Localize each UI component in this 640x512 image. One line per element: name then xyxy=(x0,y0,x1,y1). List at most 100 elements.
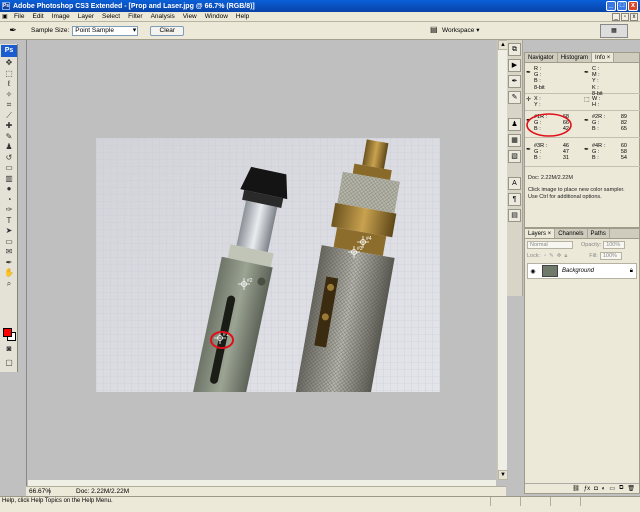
eraser-tool-icon[interactable]: ▭ xyxy=(1,163,17,174)
blend-mode-select[interactable]: Normal xyxy=(527,241,573,249)
sampler-3-icon[interactable]: ✒ xyxy=(526,147,531,153)
actions-panel-icon[interactable]: ▶ xyxy=(508,59,521,72)
layer-comps-icon[interactable]: ▤ xyxy=(508,209,521,222)
lasso-tool-icon[interactable]: ℓ xyxy=(1,79,17,90)
pen-tool-icon[interactable]: ✑ xyxy=(1,205,17,216)
healing-brush-tool-icon[interactable]: ✚ xyxy=(1,121,17,132)
menu-analysis[interactable]: Analysis xyxy=(147,13,179,20)
maximize-button[interactable]: □ xyxy=(617,1,627,11)
layer-row-background[interactable]: ◉ Background 🔒︎ xyxy=(527,263,637,279)
styles-panel-icon[interactable]: ▧ xyxy=(508,150,521,163)
menu-filter[interactable]: Filter xyxy=(124,13,146,20)
vertical-scrollbar[interactable]: ▲ ▼ xyxy=(497,40,508,480)
character-panel-icon[interactable]: A xyxy=(508,177,521,190)
tab-channels[interactable]: Channels xyxy=(555,229,588,238)
clone-source-icon[interactable]: ♟ xyxy=(508,118,521,131)
rgb-eyedropper-icon[interactable]: ✒ xyxy=(526,70,531,76)
new-group-icon[interactable]: ▭ xyxy=(609,485,615,492)
menu-file[interactable]: File xyxy=(10,13,28,20)
lock-position-icon[interactable]: ✥ xyxy=(557,253,562,259)
hand-tool-icon[interactable]: ✋ xyxy=(1,268,17,279)
zoom-tool-icon[interactable]: ⌕ xyxy=(1,279,17,290)
layer-mask-icon[interactable]: ◘ xyxy=(594,486,598,492)
type-tool-icon[interactable]: T xyxy=(1,216,17,227)
path-selection-tool-icon[interactable]: ➤ xyxy=(1,226,17,237)
tool-presets-icon[interactable]: ✒ xyxy=(508,75,521,88)
status-segment xyxy=(550,497,580,506)
layer-thumbnail xyxy=(542,265,558,277)
crop-tool-icon[interactable]: ⌗ xyxy=(1,100,17,111)
canvas-area[interactable]: #1 #2 #3 #4 xyxy=(28,40,496,480)
menu-image[interactable]: Image xyxy=(48,13,74,20)
ps-menu-icon[interactable]: ▣ xyxy=(0,13,10,20)
minimize-button[interactable]: _ xyxy=(606,1,616,11)
clone-stamp-tool-icon[interactable]: ♟ xyxy=(1,142,17,153)
lock-transparent-icon[interactable]: ▫ xyxy=(544,253,546,259)
lock-all-icon[interactable]: 🔒︎ xyxy=(564,253,567,260)
brushes-panel-icon[interactable]: ✎ xyxy=(508,91,521,104)
toolbox-logo[interactable]: Ps xyxy=(1,45,17,57)
cmyk-eyedropper-icon[interactable]: ✒ xyxy=(584,70,589,76)
swatches-panel-icon[interactable]: ▦ xyxy=(508,134,521,147)
sample-size-select[interactable]: Point Sample xyxy=(72,25,139,36)
brush-tool-icon[interactable]: ✎ xyxy=(1,132,17,143)
eyedropper-tool-icon[interactable]: ✒ xyxy=(1,258,17,269)
menu-view[interactable]: View xyxy=(179,13,201,20)
layer-name[interactable]: Background xyxy=(562,268,594,274)
info-samplers-1-2: ✒ #1R : G : B : 68 66 42 ✒ #2R : G : B :… xyxy=(525,112,640,138)
menu-edit[interactable]: Edit xyxy=(28,13,47,20)
shape-tool-icon[interactable]: ▭ xyxy=(1,237,17,248)
close-button[interactable]: x xyxy=(628,1,638,11)
sampler-marker-3[interactable]: #3 xyxy=(357,246,363,252)
layer-style-icon[interactable]: ƒx xyxy=(584,486,590,492)
workspace-menu[interactable]: Workspace ▾ xyxy=(442,26,496,36)
sampler-4-icon[interactable]: ✒ xyxy=(584,147,589,153)
tab-info[interactable]: Info × xyxy=(592,53,615,62)
adjustment-layer-icon[interactable]: ◐ xyxy=(602,486,606,492)
history-panel-icon[interactable]: ⧉ xyxy=(508,43,521,56)
doc-minimize-icon[interactable]: _ xyxy=(612,13,620,21)
magic-wand-tool-icon[interactable]: ✧ xyxy=(1,90,17,101)
paragraph-panel-icon[interactable]: ¶ xyxy=(508,193,521,206)
history-brush-tool-icon[interactable]: ↺ xyxy=(1,153,17,164)
menu-window[interactable]: Window xyxy=(201,13,232,20)
quick-mask-icon[interactable]: ◙ xyxy=(1,344,17,355)
zoom-level[interactable]: 66.67% xyxy=(26,488,51,495)
document-image[interactable]: #1 #2 #3 #4 xyxy=(96,138,440,392)
link-layers-icon[interactable]: ⛓ xyxy=(572,485,580,492)
opacity-field[interactable]: 100% xyxy=(603,241,626,249)
new-layer-icon[interactable]: ⧉ xyxy=(619,485,623,492)
layer-visibility-eye-icon[interactable]: ◉ xyxy=(528,268,538,275)
notes-tool-icon[interactable]: ✉ xyxy=(1,247,17,258)
brushes-palette-icon[interactable]: ▤ xyxy=(430,25,441,36)
bridge-launch-icon[interactable]: ▦ xyxy=(600,24,628,38)
doc-close-icon[interactable]: x xyxy=(630,13,638,21)
doc-restore-icon[interactable]: ▫ xyxy=(621,13,629,21)
tab-layers[interactable]: Layers × xyxy=(525,229,556,238)
sampler-2-icon[interactable]: ✒ xyxy=(584,118,589,124)
scroll-down-arrow-icon[interactable]: ▼ xyxy=(498,470,508,480)
title-bar: Ps Adobe Photoshop CS3 Extended - [Prop … xyxy=(0,0,640,12)
sampler-marker-4[interactable]: #4 xyxy=(366,236,372,242)
menu-select[interactable]: Select xyxy=(98,13,124,20)
blur-tool-icon[interactable]: ● xyxy=(1,184,17,195)
lock-image-icon[interactable]: ✎ xyxy=(549,253,554,259)
tab-histogram[interactable]: Histogram xyxy=(558,53,593,62)
slice-tool-icon[interactable]: ⟋ xyxy=(1,111,17,122)
marquee-tool-icon[interactable]: ⬚ xyxy=(1,69,17,80)
foreground-color-swatch[interactable] xyxy=(3,328,12,337)
screen-mode-icon[interactable]: ▢ xyxy=(1,358,17,369)
menu-help[interactable]: Help xyxy=(232,13,253,20)
menu-layer[interactable]: Layer xyxy=(74,13,98,20)
gradient-tool-icon[interactable]: ▥ xyxy=(1,174,17,185)
dodge-tool-icon[interactable]: ◔ xyxy=(1,195,17,206)
clear-button[interactable]: Clear xyxy=(150,25,185,36)
info-position-readout: ✛ X : Y : ⬚ W : H : xyxy=(525,95,640,111)
move-tool-icon[interactable]: ✥ xyxy=(1,58,17,69)
eyedropper-tool-preset-icon[interactable]: ✒ xyxy=(3,24,23,38)
tab-navigator[interactable]: Navigator xyxy=(525,53,558,62)
tab-paths[interactable]: Paths xyxy=(588,229,610,238)
sampler-marker-2[interactable]: #2 xyxy=(247,278,253,284)
delete-layer-icon[interactable]: 🗑︎ xyxy=(627,485,635,492)
fill-field[interactable]: 100% xyxy=(599,252,622,260)
